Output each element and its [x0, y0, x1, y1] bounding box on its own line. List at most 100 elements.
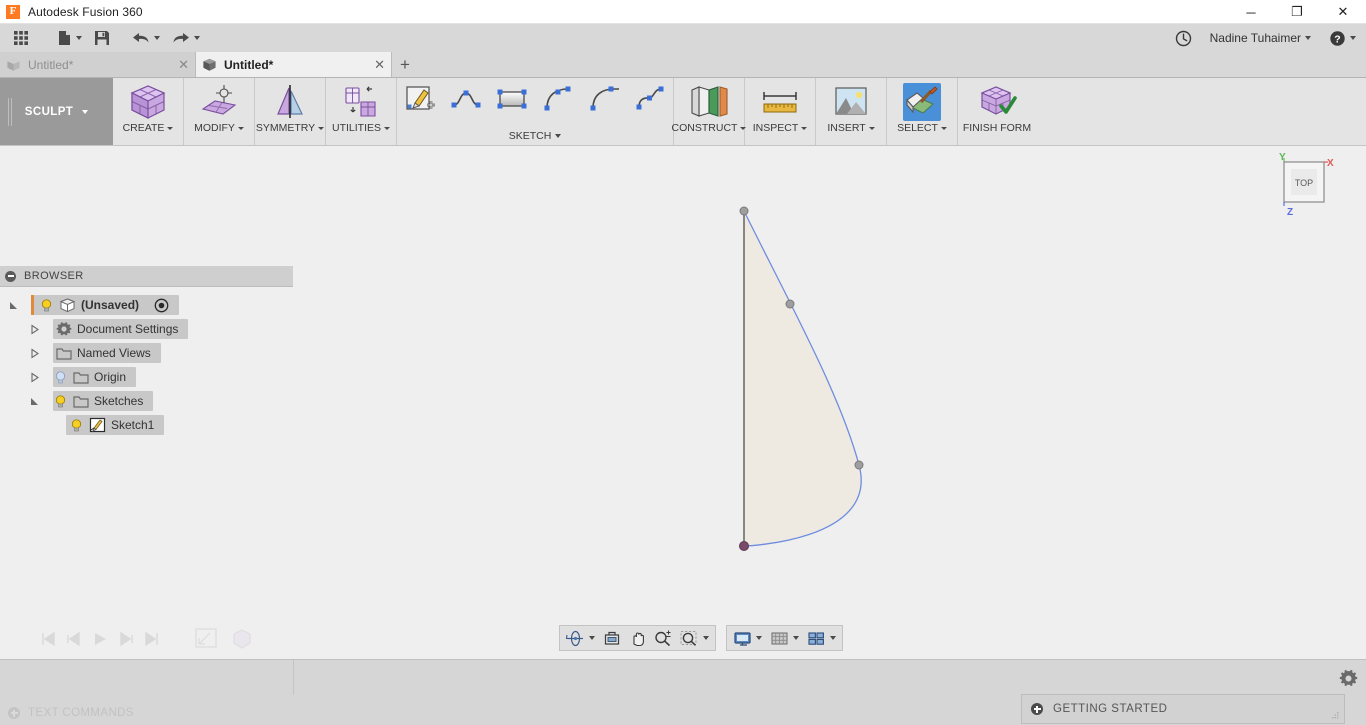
apps-grid-button[interactable]: [8, 26, 34, 50]
circle-minus-icon[interactable]: [5, 270, 16, 282]
inspect-button[interactable]: INSPECT: [746, 78, 814, 145]
undo-button[interactable]: [127, 26, 165, 50]
activate-target-icon[interactable]: [154, 298, 169, 313]
arc-alt-button[interactable]: [581, 78, 627, 115]
help-menu-button[interactable]: ?: [1325, 28, 1360, 49]
tree-node-document-settings[interactable]: Document Settings: [0, 317, 293, 341]
tree-node-named-views[interactable]: Named Views: [0, 341, 293, 365]
document-tab-bar: Untitled* ✕ Untitled* ✕ +: [0, 52, 1366, 78]
tree-node-label: Document Settings: [77, 322, 179, 336]
fit-view-button[interactable]: [676, 627, 713, 649]
sketch-origin-point[interactable]: [739, 541, 749, 551]
select-panel-label: SELECT: [897, 122, 947, 134]
symmetry-button[interactable]: SYMMETRY: [256, 78, 325, 145]
document-tab-2[interactable]: Untitled* ✕: [196, 52, 392, 77]
clock-icon: [1175, 30, 1191, 46]
document-cube-icon: [7, 58, 20, 71]
timeline-controls[interactable]: [0, 619, 293, 659]
rectangle-button[interactable]: [489, 78, 535, 115]
select-button[interactable]: SELECT: [888, 78, 956, 145]
expand-triangle-icon[interactable]: [29, 396, 40, 407]
close-icon[interactable]: ✕: [178, 58, 189, 71]
line-button[interactable]: [443, 78, 489, 115]
tree-node-pill[interactable]: Sketch1: [66, 415, 165, 435]
step-back-icon[interactable]: [66, 631, 82, 647]
look-at-button[interactable]: [599, 627, 625, 649]
canvas-area[interactable]: TOP Y X Z BROWSER (Unsaved) Document Set…: [0, 146, 1366, 725]
save-button[interactable]: [89, 26, 115, 50]
settings-button[interactable]: [1336, 666, 1360, 690]
ribbon-panel-insert: INSERT: [816, 78, 887, 145]
tree-node-pill[interactable]: Origin: [53, 367, 137, 387]
expand-triangle-icon[interactable]: [8, 300, 19, 311]
spline-point-3[interactable]: [854, 460, 864, 470]
workspace-switcher-sculpt[interactable]: SCULPT: [0, 78, 113, 145]
collapse-triangle-icon[interactable]: [29, 371, 40, 383]
zoom-button[interactable]: [650, 627, 676, 649]
skip-to-start-icon[interactable]: [40, 631, 56, 647]
lightbulb-icon[interactable]: [53, 370, 68, 385]
user-account-menu[interactable]: Nadine Tuhaimer: [1206, 29, 1315, 47]
timeline-expand-icon[interactable]: [194, 627, 220, 651]
chevron-down-icon: [76, 36, 82, 40]
utilities-button[interactable]: UTILITIES: [327, 78, 395, 145]
getting-started-panel[interactable]: GETTING STARTED: [1021, 694, 1345, 724]
tree-node-label: (Unsaved): [81, 298, 140, 312]
create-panel-label: CREATE: [123, 122, 174, 134]
chevron-down-icon: [167, 126, 174, 130]
finish-form-button[interactable]: FINISH FORM: [959, 78, 1035, 145]
new-tab-button[interactable]: +: [392, 52, 418, 77]
undo-arrow-icon: [133, 33, 149, 43]
construct-button[interactable]: CONSTRUCT: [672, 78, 747, 145]
spline-point-1[interactable]: [739, 206, 749, 216]
spline-point-2[interactable]: [785, 299, 795, 309]
folder-icon: [56, 347, 72, 360]
viewport-layout-button[interactable]: [803, 627, 840, 649]
create-button[interactable]: CREATE: [114, 78, 182, 145]
pan-button[interactable]: [625, 627, 650, 649]
history-button[interactable]: [1171, 28, 1196, 49]
grid-snaps-button[interactable]: [766, 627, 803, 649]
select-brush-icon: [903, 83, 941, 121]
arc-button[interactable]: [535, 78, 581, 115]
step-forward-icon[interactable]: [118, 631, 134, 647]
document-tab-1[interactable]: Untitled* ✕: [0, 52, 196, 77]
tree-node-origin[interactable]: Origin: [0, 365, 293, 389]
timeline-cube-icon[interactable]: [230, 627, 254, 651]
create-sketch-icon: [406, 86, 435, 110]
insert-button[interactable]: INSERT: [817, 78, 885, 145]
display-settings-icon: [734, 631, 751, 646]
play-icon[interactable]: [92, 631, 108, 647]
tree-node-pill[interactable]: (Unsaved): [31, 295, 180, 315]
text-commands-label: TEXT COMMANDS: [28, 707, 134, 719]
modify-button[interactable]: MODIFY: [185, 78, 253, 145]
close-button[interactable]: ✕: [1320, 0, 1366, 24]
view-cube[interactable]: TOP Y X Z: [1267, 148, 1341, 220]
tree-node-sketches[interactable]: Sketches: [0, 389, 293, 413]
tree-node-pill[interactable]: Document Settings: [53, 319, 189, 339]
resize-grip-icon[interactable]: [1332, 712, 1340, 720]
tree-node-pill[interactable]: Sketches: [53, 391, 154, 411]
collapse-triangle-icon[interactable]: [29, 347, 40, 359]
lightbulb-icon[interactable]: [39, 298, 54, 313]
maximize-button[interactable]: ❐: [1274, 0, 1320, 24]
collapse-triangle-icon[interactable]: [29, 323, 40, 335]
tree-node-pill[interactable]: Named Views: [53, 343, 161, 363]
text-commands-toggle[interactable]: TEXT COMMANDS: [8, 707, 134, 719]
create-sketch-button[interactable]: [397, 78, 443, 115]
spline-button[interactable]: [627, 78, 673, 115]
lightbulb-icon[interactable]: [69, 418, 84, 433]
tree-node-label: Sketches: [94, 394, 144, 408]
look-at-icon: [604, 631, 620, 645]
close-icon[interactable]: ✕: [374, 58, 385, 71]
tree-node-sketch1[interactable]: Sketch1: [0, 413, 293, 437]
redo-button[interactable]: [167, 26, 205, 50]
tree-node-unsaved[interactable]: (Unsaved): [0, 293, 293, 317]
skip-to-end-icon[interactable]: [144, 631, 160, 647]
fit-view-icon: [680, 630, 697, 646]
minimize-button[interactable]: ─: [1228, 0, 1274, 24]
new-file-button[interactable]: [52, 26, 87, 50]
orbit-button[interactable]: [562, 627, 599, 649]
display-settings-button[interactable]: [729, 627, 766, 649]
lightbulb-icon[interactable]: [53, 394, 68, 409]
